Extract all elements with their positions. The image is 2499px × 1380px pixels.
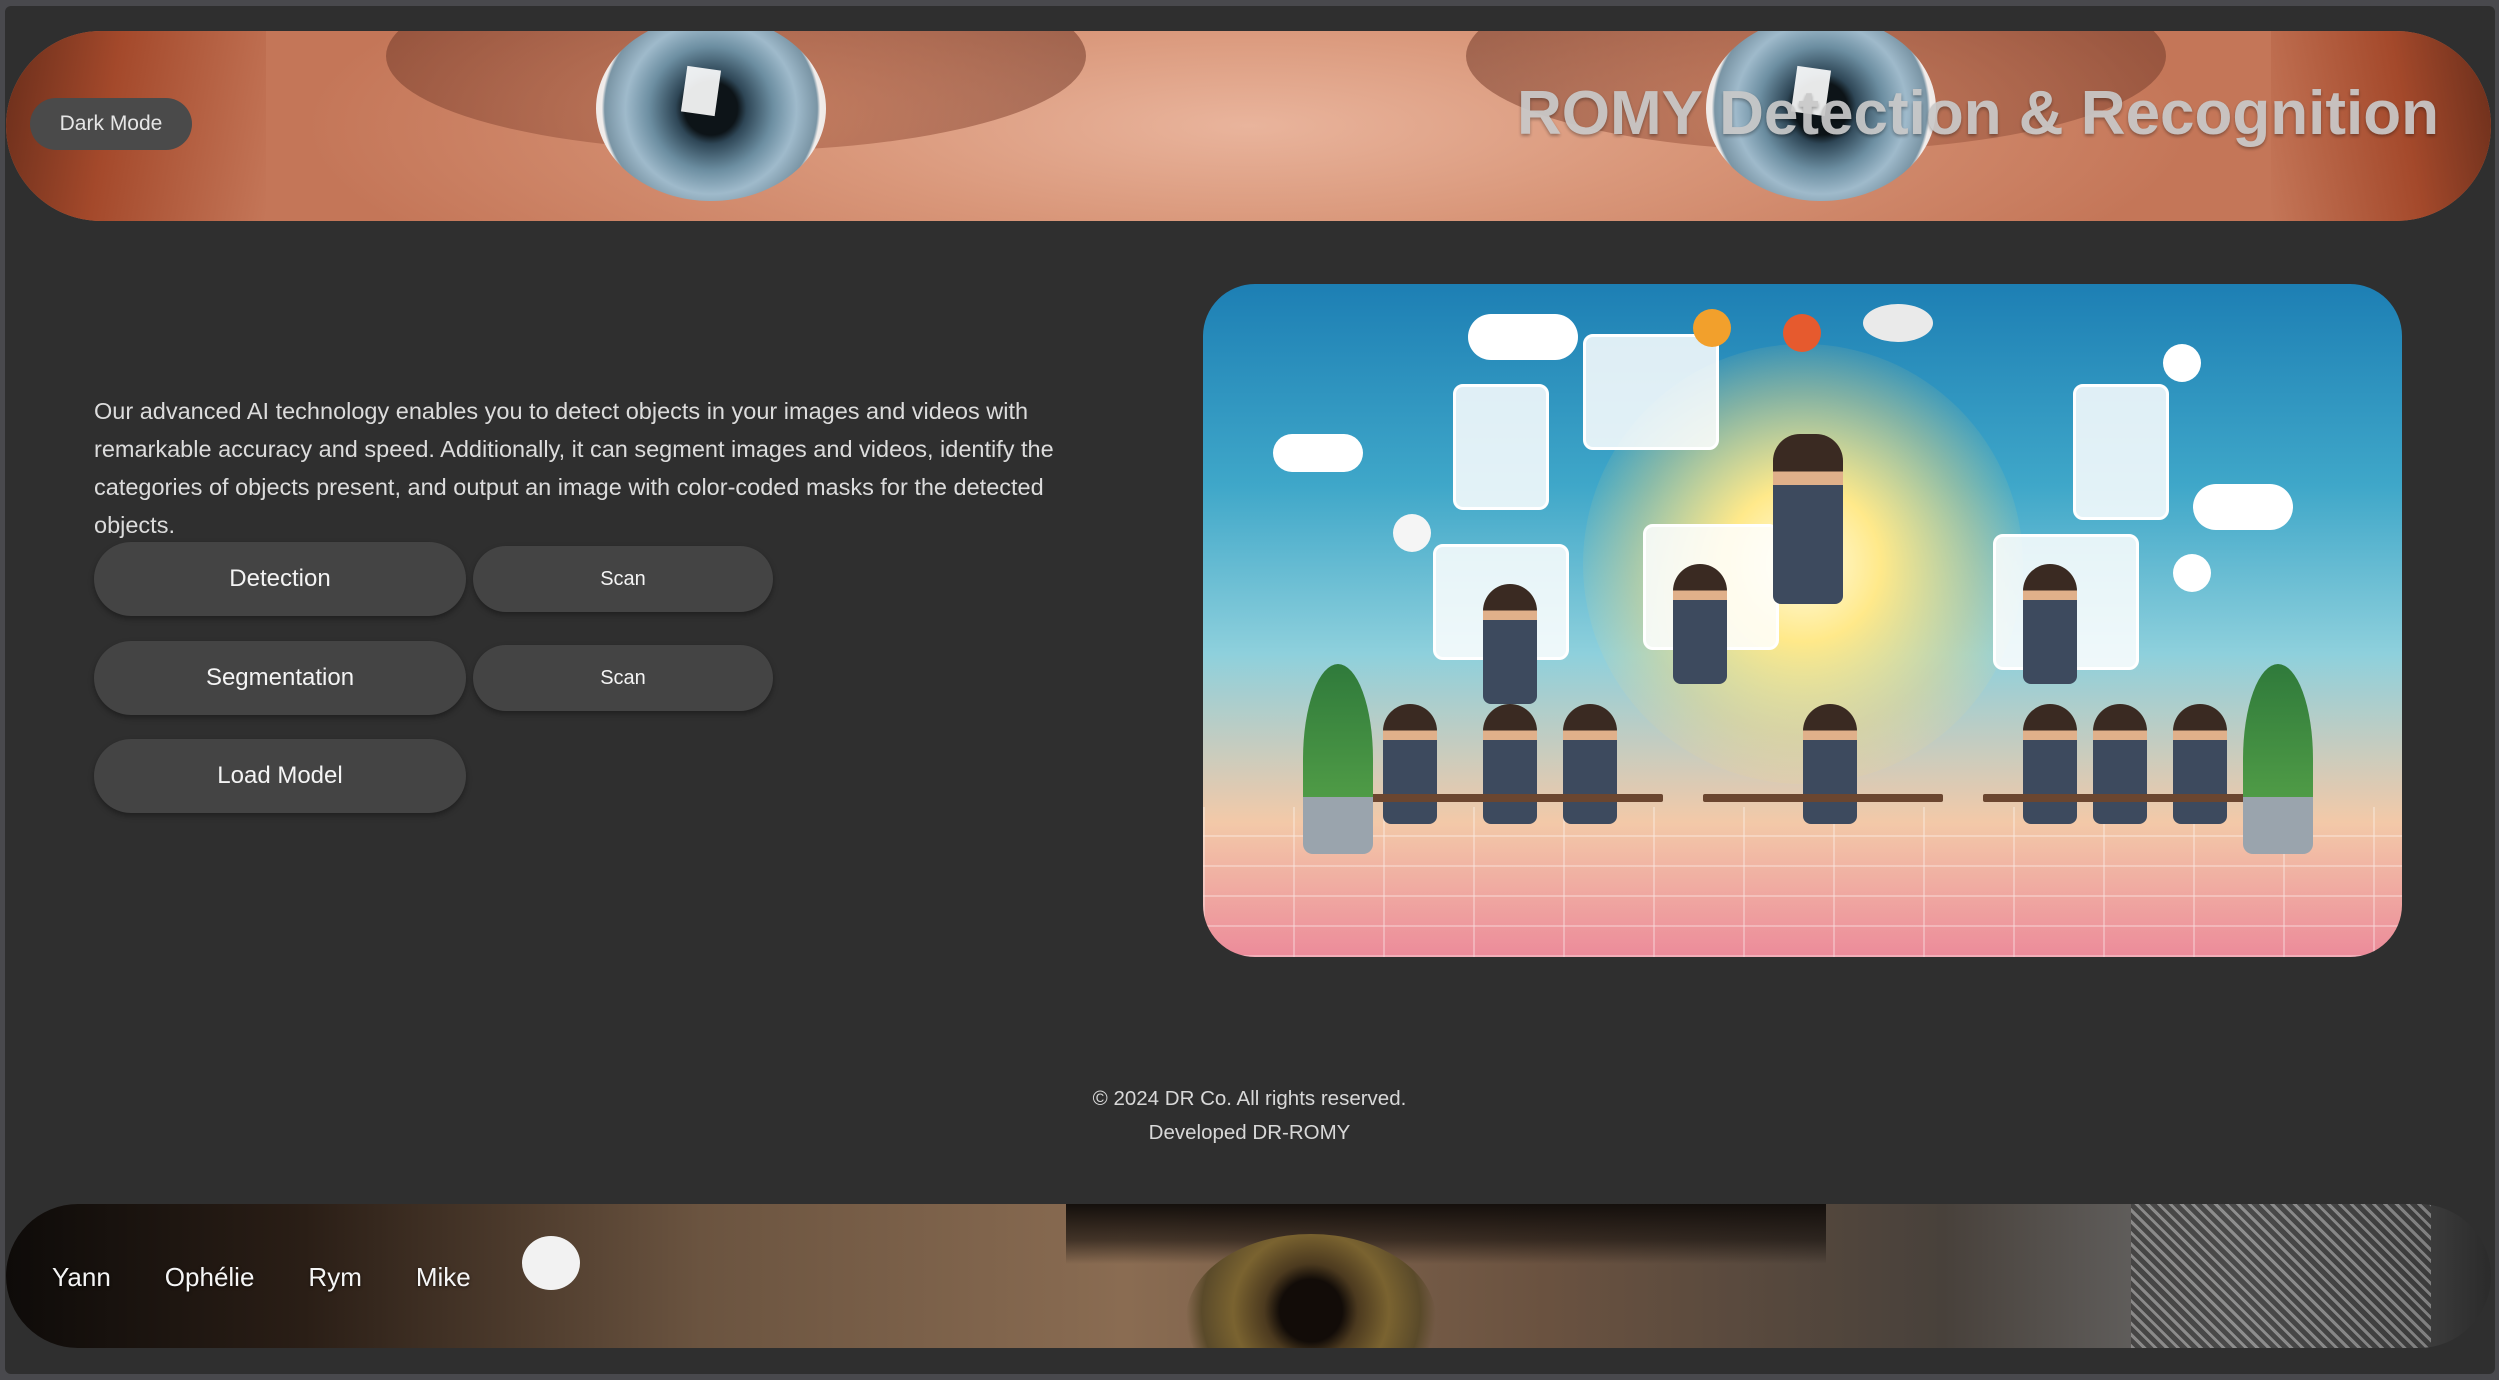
- plant: [1303, 664, 1373, 854]
- gear-icon: [1693, 309, 1731, 347]
- dark-mode-toggle[interactable]: Dark Mode: [30, 98, 192, 150]
- person-figure: [2023, 704, 2077, 824]
- developer-credit: Developed DR-ROMY: [1148, 1121, 1351, 1144]
- cloud-icon: [1468, 314, 1578, 360]
- person-figure: [2093, 704, 2147, 824]
- clock-icon: [2163, 344, 2201, 382]
- intro-description: Our advanced AI technology enables you t…: [94, 398, 1054, 538]
- hero-illustration: [1203, 284, 2402, 957]
- detection-button[interactable]: Detection: [94, 542, 466, 616]
- person-figure: [1563, 704, 1617, 824]
- desk: [1983, 794, 2263, 802]
- segmentation-scan-button[interactable]: Scan: [473, 645, 773, 711]
- team-link-mike[interactable]: Mike: [416, 1262, 471, 1293]
- house-panel: [1583, 334, 1719, 450]
- video-call-panel: [2073, 384, 2169, 520]
- copyright-block: © 2024 DR Co. All rights reserved. Devel…: [0, 1082, 2499, 1150]
- team-nav: Yann Ophélie Rym Mike: [52, 1240, 525, 1314]
- person-figure: [1383, 704, 1437, 824]
- team-link-yann[interactable]: Yann: [52, 1262, 111, 1293]
- alarm-clock-icon: [2173, 554, 2211, 592]
- plant: [2243, 664, 2313, 854]
- person-figure: [1673, 564, 1727, 684]
- detection-scan-button[interactable]: Scan: [473, 546, 773, 612]
- person-figure: [1483, 704, 1537, 824]
- person-figure: [1803, 704, 1857, 824]
- video-call-panel: [1453, 384, 1549, 510]
- segmentation-button[interactable]: Segmentation: [94, 641, 466, 715]
- desk: [1363, 794, 1663, 802]
- team-link-rym[interactable]: Rym: [308, 1262, 361, 1293]
- heart-icon: [1783, 314, 1821, 352]
- site-title: ROMY Detection & Recognition: [1516, 79, 2439, 148]
- cloud-icon: [2193, 484, 2293, 530]
- load-model-button[interactable]: Load Model: [94, 739, 466, 813]
- team-link-ophelie[interactable]: Ophélie: [165, 1262, 255, 1293]
- person-figure: [1773, 434, 1843, 604]
- copyright-text: © 2024 DR Co. All rights reserved.: [1092, 1087, 1407, 1110]
- eye-image-left: [596, 31, 826, 201]
- vr-headset-icon: [1863, 304, 1933, 342]
- desk: [1703, 794, 1943, 802]
- person-figure: [2173, 704, 2227, 824]
- cloud-icon: [1273, 434, 1363, 472]
- gear-icon: [1393, 514, 1431, 552]
- person-figure: [1483, 584, 1537, 704]
- person-figure: [2023, 564, 2077, 684]
